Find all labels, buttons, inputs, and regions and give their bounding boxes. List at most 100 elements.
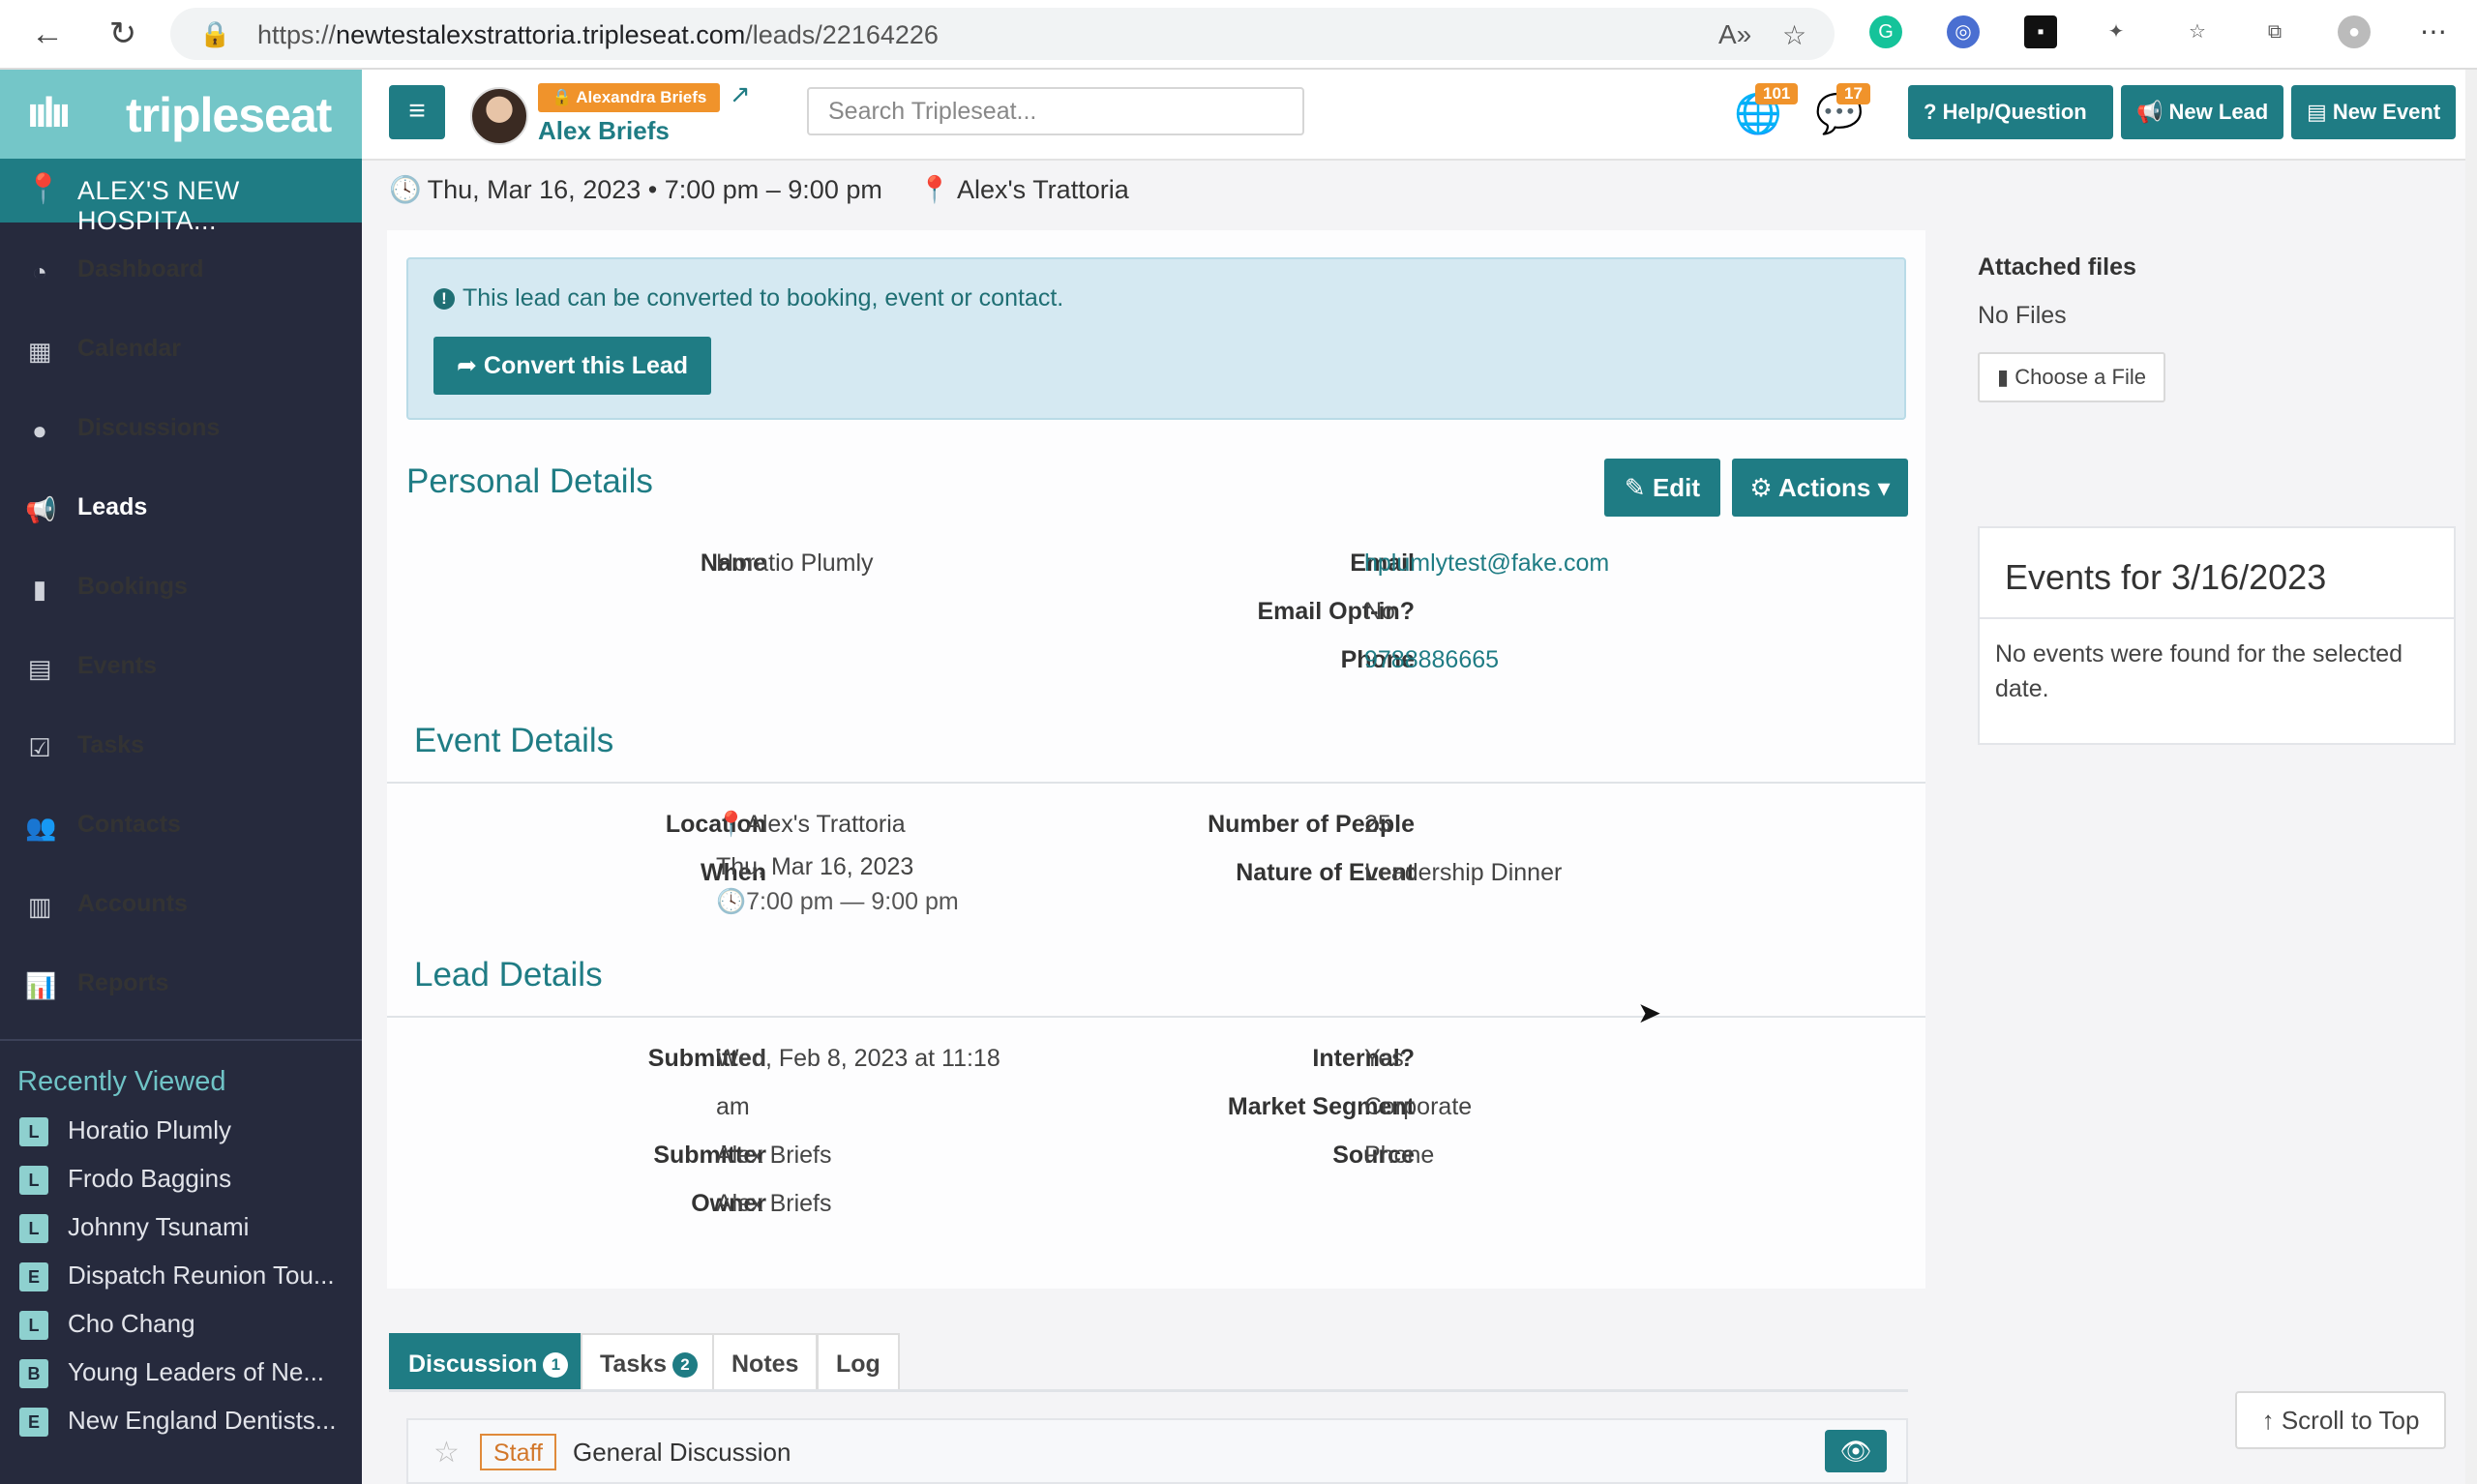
sidebar-item-dashboard[interactable]: ◔ Dashboard <box>0 234 362 313</box>
new-lead-button[interactable]: 📢 New Lead <box>2121 85 2283 139</box>
location-selector[interactable]: 📍 ALEX'S NEW HOSPITA... <box>0 159 362 235</box>
nature-of-event-value: Leadership Dinner <box>1364 859 1563 886</box>
logo-mark-icon: ıılıı <box>27 89 71 136</box>
discussion-title[interactable]: General Discussion <box>573 1438 791 1468</box>
sidebar-item-leads[interactable]: 📢 Leads <box>0 472 362 551</box>
user-name-link[interactable]: Alex Briefs <box>538 116 670 146</box>
recent-item-label: Johnny Tsunami <box>68 1212 250 1241</box>
submitted-value: Wed, Feb 8, 2023 at 11:18 <box>716 1045 1000 1072</box>
tab-tasks[interactable]: Tasks 2 <box>581 1333 718 1391</box>
info-circle-icon: ! <box>433 288 455 310</box>
sidebar-item-accounts[interactable]: ▥ Accounts <box>0 869 362 948</box>
email-optin-value: No <box>1364 598 1395 625</box>
events-for-date-panel: Events for 3/16/2023 No events were foun… <box>1978 526 2456 745</box>
recent-item-label: New England Dentists... <box>68 1406 337 1435</box>
mouse-cursor-icon: ➤ <box>1637 997 1662 1029</box>
dashboard-icon: ◔ <box>32 257 47 286</box>
convert-lead-button[interactable]: ➦ Convert this Lead <box>433 337 712 395</box>
personal-details-heading: Personal Details <box>406 462 653 500</box>
gear-icon: ⚙ <box>1749 473 1773 502</box>
events-empty-text: No events were found for the selected da… <box>1995 640 2403 702</box>
eye-icon[interactable]: 👁 <box>1825 1430 1887 1472</box>
sidebar-item-label: Leads <box>77 493 148 520</box>
external-link-icon[interactable]: ↗ <box>730 79 751 109</box>
impersonation-badge[interactable]: 🔒 Alexandra Briefs <box>538 83 721 112</box>
puzzle-icon[interactable]: ✦ <box>2100 15 2133 48</box>
tab-count-badge: 2 <box>672 1352 699 1378</box>
record-type-badge: L <box>19 1117 48 1146</box>
new-event-button[interactable]: ▤ New Event <box>2291 85 2456 139</box>
tab-log[interactable]: Log <box>817 1333 900 1391</box>
discussion-row[interactable]: ☆ Staff General Discussion 👁 <box>406 1418 1908 1484</box>
submitted-value-cont: am <box>716 1093 750 1120</box>
back-arrow-icon[interactable]: ← <box>27 14 68 54</box>
sidebar-item-label: Tasks <box>77 731 145 758</box>
owner-value: Alex Briefs <box>716 1190 832 1217</box>
sidebar-item-events[interactable]: ▤ Events <box>0 631 362 710</box>
chat-notifications[interactable]: 💬 17 <box>1815 83 1870 136</box>
sidebar-item-label: Events <box>77 652 157 679</box>
star-icon[interactable]: ☆ <box>433 1436 460 1469</box>
globe-notifications[interactable]: 🌐 101 <box>1734 83 1799 136</box>
source-value: Phone <box>1364 1142 1435 1169</box>
sidebar-item-bookings[interactable]: ▮ Bookings <box>0 551 362 631</box>
more-menu-icon[interactable]: ⋯ <box>2417 15 2450 48</box>
recent-item[interactable]: L Cho Chang <box>0 1299 362 1348</box>
profile-icon[interactable]: ● <box>2338 15 2371 48</box>
sidebar-item-tasks[interactable]: ☑ Tasks <box>0 710 362 789</box>
question-circle-icon: ? <box>1924 100 1937 124</box>
divider <box>389 1389 1908 1392</box>
recent-item[interactable]: L Horatio Plumly <box>0 1106 362 1154</box>
actions-label: Actions <box>1777 473 1871 502</box>
no-files-text: No Files <box>1978 302 2067 329</box>
new-lead-label: New Lead <box>2168 100 2269 124</box>
tab-notes[interactable]: Notes <box>712 1333 819 1391</box>
recent-item[interactable]: E New England Dentists... <box>0 1396 362 1444</box>
building-icon: ▥ <box>27 892 52 921</box>
lead-datetime: Thu, Mar 16, 2023 • 7:00 pm – 9:00 pm <box>427 175 882 204</box>
tab-discussion[interactable]: Discussion 1 <box>389 1333 588 1391</box>
extension-dark-icon[interactable]: ▪ <box>2024 15 2057 48</box>
collections-icon[interactable]: ⧉ <box>2258 15 2291 48</box>
menu-toggle-button[interactable]: ≡ <box>389 85 445 139</box>
sidebar-item-reports[interactable]: 📊 Reports <box>0 948 362 1027</box>
favorites-icon[interactable]: ☆ <box>2181 15 2214 48</box>
market-segment-value: Corporate <box>1364 1093 1473 1120</box>
sidebar-item-discussions[interactable]: ● Discussions <box>0 393 362 472</box>
sidebar-item-contacts[interactable]: 👥 Contacts <box>0 789 362 869</box>
avatar[interactable] <box>470 87 528 145</box>
sidebar-item-calendar[interactable]: ▦ Calendar <box>0 313 362 393</box>
lead-details-card: ! This lead can be converted to booking, … <box>387 230 1925 1289</box>
lead-location: Alex's Trattoria <box>957 175 1129 204</box>
actions-dropdown[interactable]: ⚙ Actions ▾ <box>1732 459 1908 517</box>
recent-item[interactable]: B Young Leaders of Ne... <box>0 1348 362 1396</box>
edit-button[interactable]: ✎ Edit <box>1604 459 1720 517</box>
sidebar-item-label: Calendar <box>77 335 181 362</box>
lead-summary-line: 🕓 Thu, Mar 16, 2023 • 7:00 pm – 9:00 pm 📍… <box>389 174 1129 205</box>
tab-label: Log <box>836 1350 880 1378</box>
logo[interactable]: ıılıı tripleseat <box>0 70 362 159</box>
tab-label: Tasks <box>600 1350 668 1378</box>
scroll-to-top-button[interactable]: ↑ Scroll to Top <box>2235 1391 2446 1449</box>
events-panel-title: Events for 3/16/2023 <box>2005 557 2327 597</box>
choose-file-label: Choose a File <box>2014 365 2146 389</box>
recently-viewed-heading: Recently Viewed <box>17 1066 226 1097</box>
help-question-button[interactable]: ? Help/Question <box>1908 85 2113 139</box>
read-aloud-icon[interactable]: A» <box>1718 19 1751 50</box>
when-date: Thu, Mar 16, 2023 <box>716 853 914 880</box>
choose-file-button[interactable]: ▮ Choose a File <box>1978 352 2165 402</box>
email-link[interactable]: hplumlytest@fake.com <box>1364 549 1609 578</box>
phone-link[interactable]: 9788886665 <box>1364 646 1499 674</box>
recent-item[interactable]: L Frodo Baggins <box>0 1154 362 1202</box>
record-type-badge: B <box>19 1359 48 1388</box>
extension-icon[interactable]: ◎ <box>1947 15 1980 48</box>
recent-item[interactable]: L Johnny Tsunami <box>0 1202 362 1251</box>
scrollbar[interactable] <box>2465 70 2477 1484</box>
search-input[interactable] <box>807 87 1304 135</box>
reload-icon[interactable]: ↻ <box>103 14 143 54</box>
favorite-star-icon[interactable]: ☆ <box>1782 19 1806 51</box>
address-bar[interactable]: 🔒 https://newtestalexstrattoria.triplese… <box>170 8 1835 60</box>
recent-item-label: Frodo Baggins <box>68 1164 232 1193</box>
grammarly-icon[interactable]: G <box>1869 15 1902 48</box>
recent-item[interactable]: E Dispatch Reunion Tou... <box>0 1251 362 1299</box>
